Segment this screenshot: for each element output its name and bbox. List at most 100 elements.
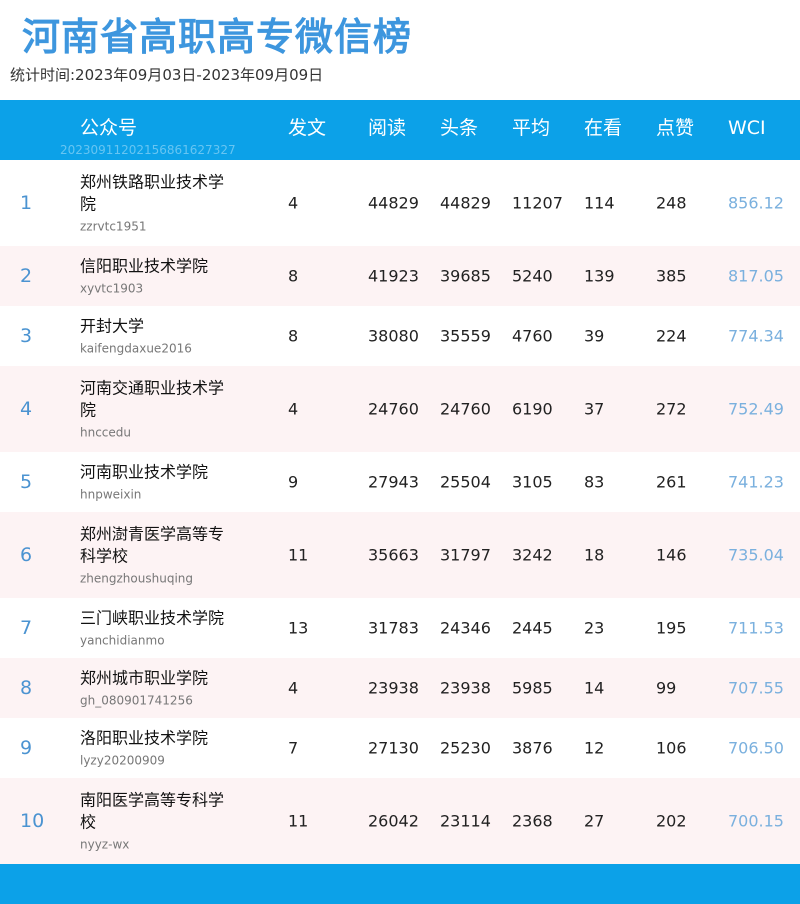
table-row[interactable]: 5 河南职业技术学院 hnpweixin 9 27943 25504 3105 83 261 74…	[0, 452, 800, 512]
account-name[interactable]: 开封大学	[80, 316, 240, 338]
account-name[interactable]: 郑州澍青医学高等专 科学校	[80, 524, 240, 568]
wci-value: 706.50	[728, 738, 784, 758]
headline-value: 25230	[440, 738, 491, 758]
table-row[interactable]: 2 信阳职业技术学院 xyvtc1903 8 41923 39685 5240 139 385 8…	[0, 246, 800, 306]
table-row[interactable]: 3 开封大学 kaifengdaxue2016 8 38080 35559 4760 39 22…	[0, 306, 800, 366]
table-row[interactable]: 8 郑州城市职业学院 gh_080901741256 4 23938 23938 5985 1…	[0, 658, 800, 718]
account-id: nyyz-wx	[80, 837, 130, 852]
headline-value: 24760	[440, 399, 491, 419]
watching-value: 83	[584, 472, 605, 492]
headline-value: 39685	[440, 266, 491, 286]
headline-value: 44829	[440, 193, 491, 213]
account-cell: 郑州澍青医学高等专 科学校 zhengzhoushuqing	[80, 524, 240, 587]
account-cell: 郑州铁路职业技术学院 zzrvtc1951	[80, 172, 240, 235]
likes-value: 106	[656, 738, 687, 758]
wci-value: 700.15	[728, 811, 784, 831]
header-watching: 在看	[584, 117, 623, 139]
watching-value: 139	[584, 266, 615, 286]
likes-value: 248	[656, 193, 687, 213]
watching-value: 23	[584, 618, 605, 638]
account-cell: 洛阳职业技术学院 lyzy20200909	[80, 728, 240, 769]
rank-number: 8	[20, 677, 33, 699]
reads-value: 23938	[368, 678, 419, 698]
account-name[interactable]: 信阳职业技术学院	[80, 256, 240, 278]
rank-number: 6	[20, 544, 33, 566]
rank-number: 9	[20, 737, 33, 759]
account-name[interactable]: 南阳医学高等专科学校	[80, 790, 240, 834]
account-name[interactable]: 郑州铁路职业技术学院	[80, 172, 240, 216]
headline-value: 23938	[440, 678, 491, 698]
account-id: gh_080901741256	[80, 693, 193, 708]
likes-value: 272	[656, 399, 687, 419]
headline-value: 25504	[440, 472, 491, 492]
headline-value: 24346	[440, 618, 491, 638]
table-row[interactable]: 10 南阳医学高等专科学校 nyyz-wx 11 26042 23114 2368 27 202…	[0, 778, 800, 864]
table-footer-bar	[0, 864, 800, 904]
average-value: 4760	[512, 326, 553, 346]
watching-value: 114	[584, 193, 615, 213]
reads-value: 31783	[368, 618, 419, 638]
likes-value: 146	[656, 545, 687, 565]
header-reads: 阅读	[368, 117, 407, 139]
watching-value: 39	[584, 326, 605, 346]
table-row[interactable]: 4 河南交通职业技术学院 hnccedu 4 24760 24760 6190 37 272 75…	[0, 366, 800, 452]
account-name[interactable]: 河南职业技术学院	[80, 462, 240, 484]
wci-value: 817.05	[728, 266, 784, 286]
account-id: zhengzhoushuqing	[80, 571, 193, 586]
reads-value: 26042	[368, 811, 419, 831]
header-wci: WCI	[728, 117, 766, 139]
wci-value: 707.55	[728, 678, 784, 698]
reads-value: 41923	[368, 266, 419, 286]
account-cell: 河南交通职业技术学院 hnccedu	[80, 378, 240, 441]
account-name[interactable]: 郑州城市职业学院	[80, 668, 240, 690]
likes-value: 99	[656, 678, 677, 698]
account-id: zzrvtc1951	[80, 219, 147, 234]
rank-number: 3	[20, 325, 33, 347]
wci-value: 856.12	[728, 193, 784, 213]
account-id: hnpweixin	[80, 487, 142, 502]
watching-value: 18	[584, 545, 605, 565]
rank-number: 7	[20, 617, 33, 639]
reads-value: 24760	[368, 399, 419, 419]
account-cell: 南阳医学高等专科学校 nyyz-wx	[80, 790, 240, 853]
wci-value: 752.49	[728, 399, 784, 419]
average-value: 2368	[512, 811, 553, 831]
page-title: 河南省高职高专微信榜	[22, 15, 413, 59]
ranking-table: 1 郑州铁路职业技术学院 zzrvtc1951 4 44829 44829 11207 114…	[0, 160, 800, 864]
posts-value: 4	[288, 399, 299, 419]
rank-number: 1	[20, 192, 33, 214]
average-value: 3242	[512, 545, 553, 565]
account-cell: 开封大学 kaifengdaxue2016	[80, 316, 240, 357]
posts-value: 13	[288, 618, 309, 638]
header-timestamp: 20230911202156861627327	[60, 143, 236, 157]
table-header: 公众号 发文 阅读 头条 平均 在看 点赞 WCI 20230911202156…	[0, 100, 800, 160]
rank-number: 10	[20, 810, 45, 832]
average-value: 3876	[512, 738, 553, 758]
account-cell: 信阳职业技术学院 xyvtc1903	[80, 256, 240, 297]
average-value: 3105	[512, 472, 553, 492]
wci-value: 735.04	[728, 545, 784, 565]
table-row[interactable]: 7 三门峡职业技术学院 yanchidianmo 13 31783 24346 2445 23…	[0, 598, 800, 658]
headline-value: 31797	[440, 545, 491, 565]
average-value: 11207	[512, 193, 563, 213]
table-row[interactable]: 6 郑州澍青医学高等专 科学校 zhengzhoushuqing 11 35663 3179…	[0, 512, 800, 598]
headline-value: 35559	[440, 326, 491, 346]
rank-number: 5	[20, 471, 33, 493]
posts-value: 8	[288, 326, 299, 346]
watching-value: 37	[584, 399, 605, 419]
wci-value: 741.23	[728, 472, 784, 492]
average-value: 5985	[512, 678, 553, 698]
posts-value: 11	[288, 811, 309, 831]
header-likes: 点赞	[656, 117, 695, 139]
rank-number: 2	[20, 265, 33, 287]
account-name[interactable]: 洛阳职业技术学院	[80, 728, 240, 750]
table-row[interactable]: 1 郑州铁路职业技术学院 zzrvtc1951 4 44829 44829 11207 114…	[0, 160, 800, 246]
statistics-period: 统计时间:2023年09月03日-2023年09月09日	[10, 66, 324, 84]
account-name[interactable]: 三门峡职业技术学院	[80, 608, 240, 630]
watching-value: 12	[584, 738, 605, 758]
likes-value: 195	[656, 618, 687, 638]
table-row[interactable]: 9 洛阳职业技术学院 lyzy20200909 7 27130 25230 3876 12 10…	[0, 718, 800, 778]
posts-value: 4	[288, 193, 299, 213]
account-name[interactable]: 河南交通职业技术学院	[80, 378, 240, 422]
posts-value: 8	[288, 266, 299, 286]
